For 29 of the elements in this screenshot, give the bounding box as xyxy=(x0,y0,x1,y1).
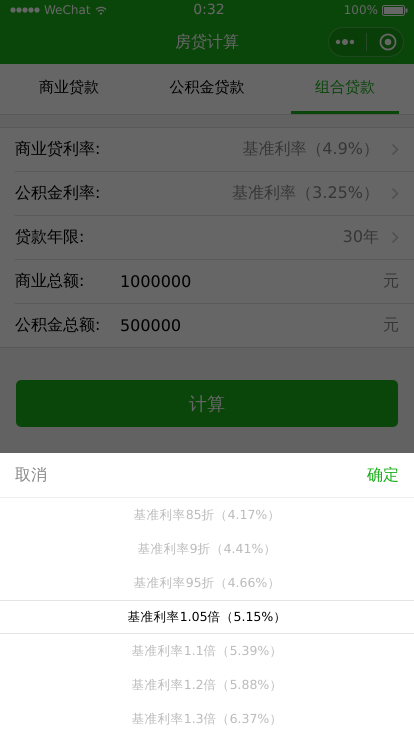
picker-option[interactable]: 基准利率1.05倍（5.15%） xyxy=(0,600,414,634)
amount-input[interactable]: 1000000 xyxy=(120,272,383,291)
tab[interactable]: 公积金贷款 xyxy=(153,64,261,114)
close-icon[interactable] xyxy=(379,33,398,51)
signal-icon xyxy=(10,7,40,13)
picker-option[interactable]: 基准利率95折（4.66%） xyxy=(0,566,414,600)
field-label: 贷款年限: xyxy=(15,227,86,248)
confirm-button[interactable]: 确定 xyxy=(367,464,399,486)
field-label: 商业总额: xyxy=(15,271,86,292)
picker-option[interactable]: 基准利率1.3倍（6.37%） xyxy=(0,702,414,736)
field-label: 公积金总额: xyxy=(15,315,102,336)
picker-option[interactable]: 基准利率85折（4.17%） xyxy=(0,498,414,532)
field-label: 商业贷利率: xyxy=(15,139,102,160)
tab[interactable]: 商业贷款 xyxy=(15,64,123,114)
amount-input[interactable]: 500000 xyxy=(120,316,383,335)
more-icon[interactable] xyxy=(334,38,355,46)
field-label: 公积金利率: xyxy=(15,183,102,204)
tab[interactable]: 组合贷款 xyxy=(291,64,399,114)
battery-icon xyxy=(382,4,408,16)
page-title: 房贷计算 xyxy=(175,32,239,52)
carrier-name: WeChat xyxy=(44,3,91,17)
picker-option[interactable]: 基准利率1.2倍（5.88%） xyxy=(0,668,414,702)
calculate-button[interactable]: 计算 xyxy=(16,380,398,427)
picker-option[interactable]: 基准利率9折（4.41%） xyxy=(0,532,414,566)
cancel-button[interactable]: 取消 xyxy=(15,464,47,486)
picker-option[interactable]: 基准利率1.1倍（5.39%） xyxy=(0,634,414,668)
wifi-icon xyxy=(94,6,107,14)
status-time: 0:32 xyxy=(193,2,225,18)
battery-percent: 100% xyxy=(344,3,378,17)
